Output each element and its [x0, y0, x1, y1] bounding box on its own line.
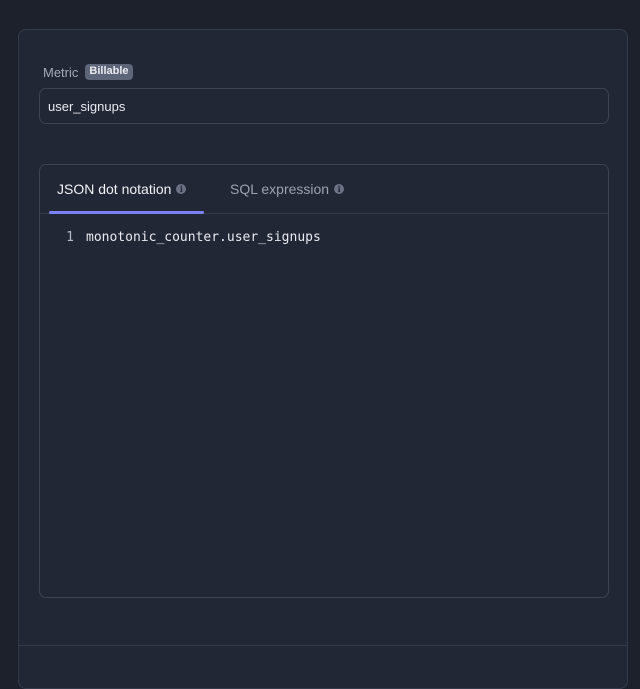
tab-sql-expression[interactable]: SQL expression i: [230, 165, 345, 213]
billable-badge: Billable: [85, 64, 133, 80]
line-number: 1: [66, 230, 74, 245]
tab-label: JSON dot notation: [57, 181, 172, 197]
metric-label-row: Metric Billable: [43, 64, 133, 80]
editor-tabs: JSON dot notation i SQL expression i: [40, 165, 608, 214]
metric-name-input[interactable]: [39, 88, 609, 124]
metric-label: Metric: [43, 64, 79, 80]
code-line[interactable]: 1 monotonic_counter.user_signups: [40, 229, 321, 247]
code-text[interactable]: monotonic_counter.user_signups: [86, 229, 321, 247]
section-divider: [19, 645, 627, 646]
active-tab-indicator: [49, 211, 204, 214]
tab-label: SQL expression: [230, 181, 330, 197]
code-editor: JSON dot notation i SQL expression i 1 m…: [39, 164, 609, 598]
info-icon[interactable]: i: [176, 184, 187, 194]
metric-panel: Metric Billable JSON dot notation i SQL …: [18, 29, 628, 689]
info-icon[interactable]: i: [334, 184, 345, 194]
tab-json-dot-notation[interactable]: JSON dot notation i: [49, 165, 204, 213]
